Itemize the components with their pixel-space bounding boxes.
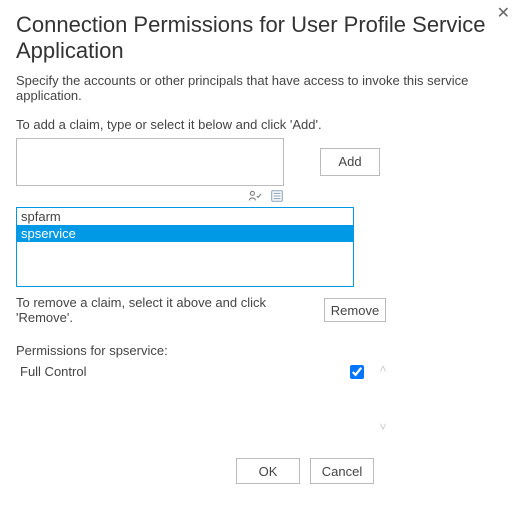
- browse-icon[interactable]: [270, 189, 284, 204]
- claim-input-icons: [16, 188, 284, 204]
- permissions-listbox: Full Control: [16, 362, 368, 381]
- add-button[interactable]: Add: [320, 148, 380, 176]
- dialog-description: Specify the accounts or other principals…: [16, 73, 504, 103]
- close-button[interactable]: ✕: [497, 6, 510, 22]
- scroll-up-icon[interactable]: ˄: [379, 362, 386, 376]
- add-instruction: To add a claim, type or select it below …: [16, 117, 504, 132]
- cancel-button[interactable]: Cancel: [310, 458, 374, 484]
- permission-label: Full Control: [20, 364, 350, 379]
- ok-button[interactable]: OK: [236, 458, 300, 484]
- people-picker-icon[interactable]: [248, 189, 262, 204]
- permissions-label: Permissions for spservice:: [16, 343, 504, 358]
- permissions-scrollbar: ˄ ˅: [374, 362, 392, 434]
- remove-button[interactable]: Remove: [324, 298, 386, 322]
- permission-row: Full Control: [16, 362, 368, 381]
- claims-listbox[interactable]: spfarm spservice: [16, 207, 354, 287]
- list-filler: [17, 242, 353, 286]
- list-item[interactable]: spservice: [17, 225, 353, 242]
- permissions-dialog: ✕ Connection Permissions for User Profil…: [0, 0, 520, 500]
- dialog-title: Connection Permissions for User Profile …: [16, 12, 504, 65]
- scroll-down-icon[interactable]: ˅: [379, 420, 386, 434]
- claim-input[interactable]: [16, 138, 284, 186]
- remove-instruction: To remove a claim, select it above and c…: [16, 295, 324, 325]
- permission-checkbox[interactable]: [350, 365, 364, 379]
- list-item[interactable]: spfarm: [17, 208, 353, 225]
